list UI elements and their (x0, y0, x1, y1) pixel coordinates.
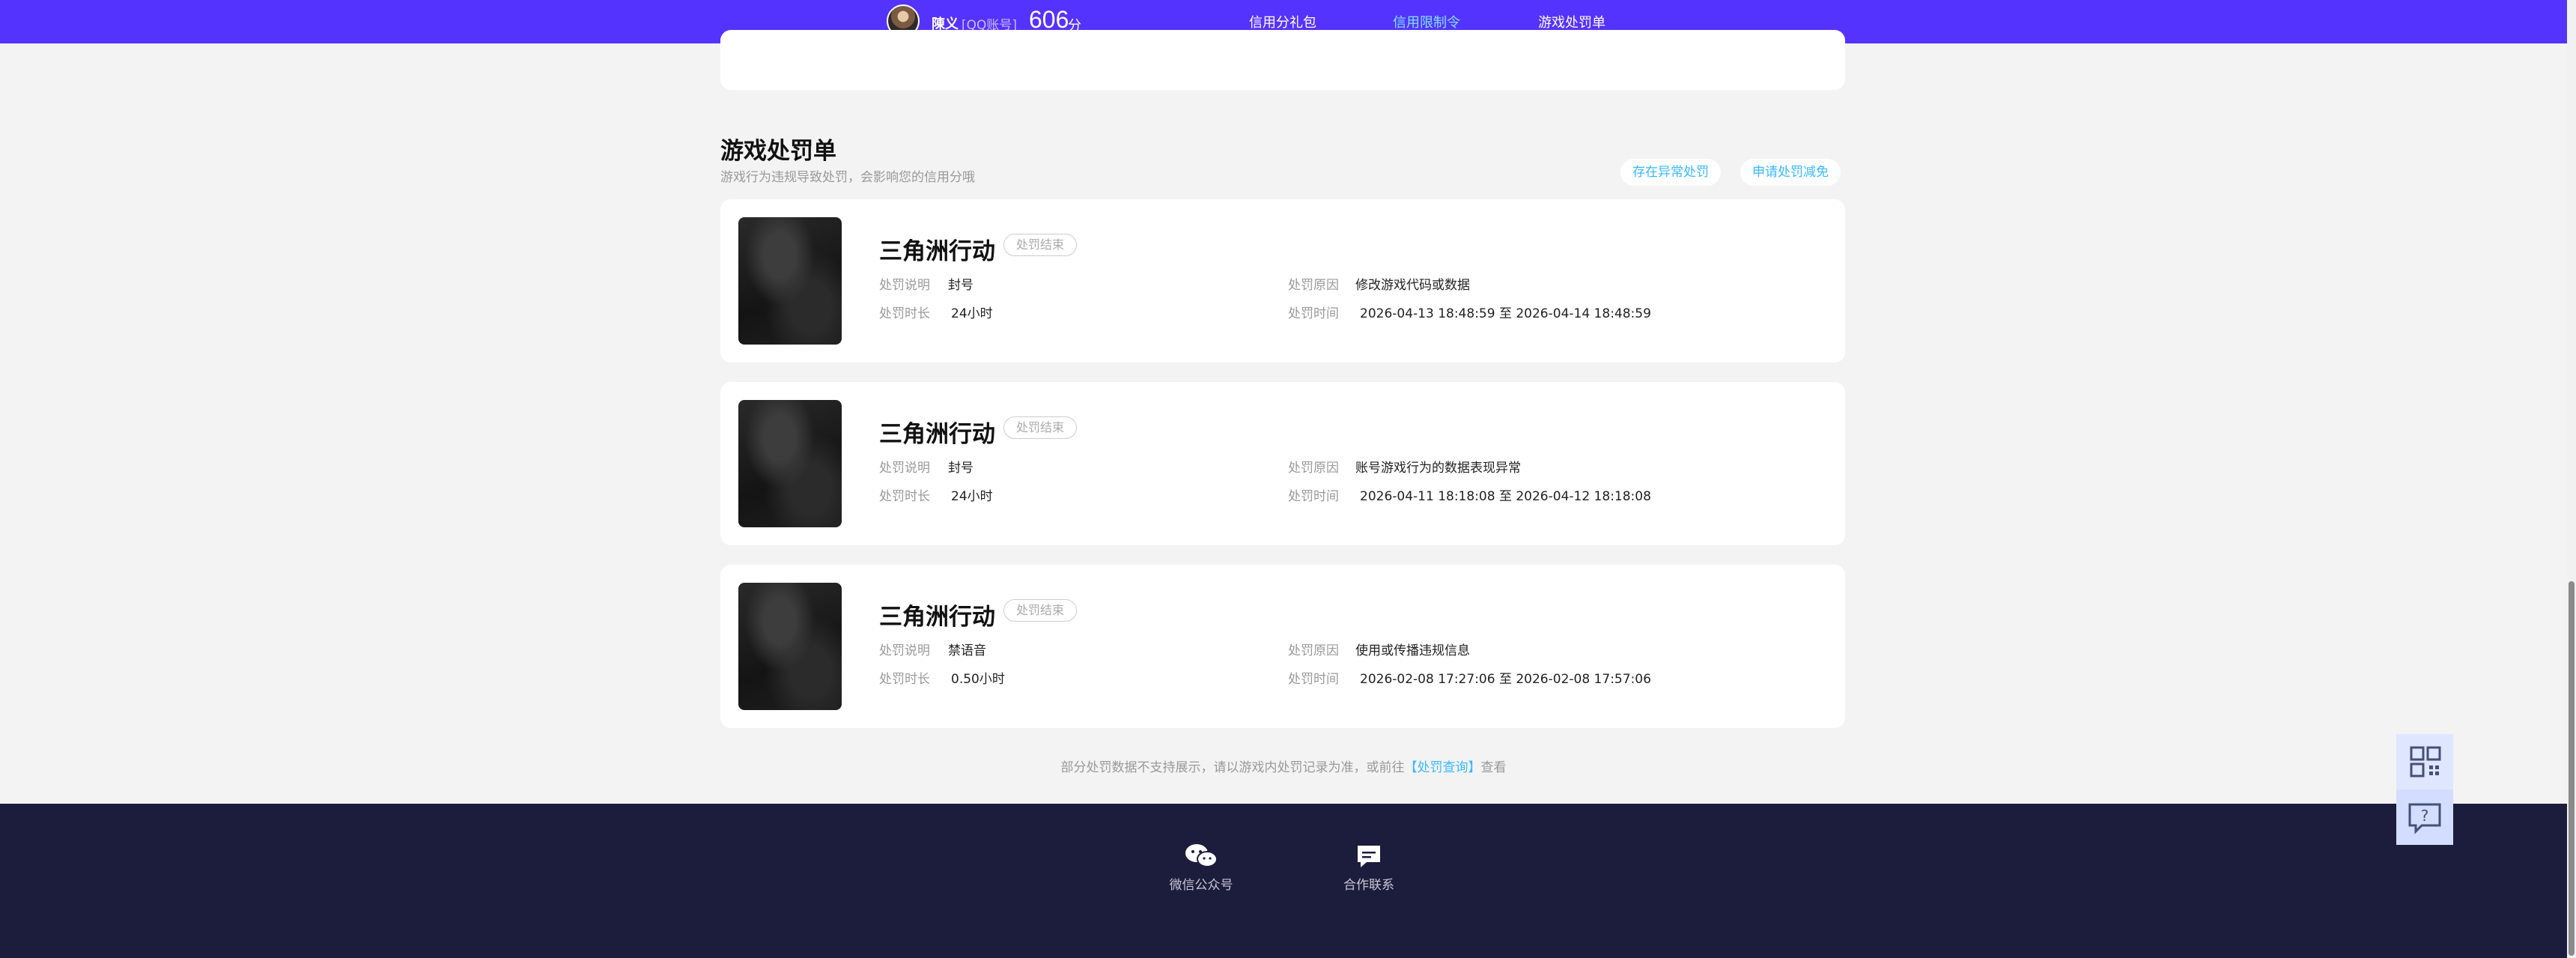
reason-label: 处罚原因 (1288, 278, 1339, 293)
game-thumbnail (738, 583, 842, 710)
duration-label: 处罚时长 (879, 306, 930, 321)
status-badge: 处罚结束 (1003, 599, 1078, 622)
chat-bubble-icon (1358, 846, 1380, 867)
duration-label: 处罚时长 (879, 672, 930, 687)
note-text: 部分处罚数据不支持展示，请以游戏内处罚记录为准，或前往 (1060, 760, 1405, 775)
reason-value: 使用或传播违规信息 (1355, 643, 1470, 658)
penalty-note: 部分处罚数据不支持展示，请以游戏内处罚记录为准，或前往【处罚查询】查看 (0, 757, 2567, 775)
time-value: 2026-04-11 18:18:08 至 2026-04-12 18:18:0… (1360, 489, 1651, 504)
section-subtitle: 游戏行为违规导致处罚，会影响您的信用分哦 (720, 170, 975, 185)
game-name: 三角洲行动 (879, 238, 995, 265)
desc-value: 封号 (948, 461, 973, 476)
footer-contact-label: 合作联系 (1343, 878, 1394, 893)
time-value: 2026-04-13 18:48:59 至 2026-04-14 18:48:5… (1360, 306, 1651, 321)
previous-section-card (720, 30, 1845, 90)
qrcode-float-button[interactable] (2396, 734, 2453, 789)
game-thumbnail (738, 217, 842, 345)
nav-credit-gift[interactable]: 信用分礼包 (1249, 12, 1316, 31)
status-badge: 处罚结束 (1003, 416, 1078, 439)
qrcode-icon (2410, 746, 2441, 777)
penalty-card: 三角洲行动 处罚结束 处罚说明 封号 处罚时长 24小时 处罚原因 账号游戏行为… (720, 382, 1845, 545)
nav-game-penalty[interactable]: 游戏处罚单 (1538, 12, 1606, 31)
svg-text:?: ? (2421, 807, 2429, 825)
penalty-card: 三角洲行动 处罚结束 处罚说明 禁语音 处罚时长 0.50小时 处罚原因 使用或… (720, 565, 1845, 728)
footer-contact[interactable]: 合作联系 (1337, 843, 1400, 893)
duration-value: 24小时 (951, 306, 993, 321)
section-title: 游戏处罚单 (720, 138, 836, 165)
nav-credit-restriction[interactable]: 信用限制令 (1393, 12, 1460, 31)
time-label: 处罚时间 (1288, 489, 1339, 504)
desc-label: 处罚说明 (879, 643, 930, 658)
duration-label: 处罚时长 (879, 489, 930, 504)
wechat-icon (1185, 844, 1218, 867)
reason-label: 处罚原因 (1288, 461, 1339, 476)
duration-value: 24小时 (951, 489, 993, 504)
time-value: 2026-02-08 17:27:06 至 2026-02-08 17:57:0… (1360, 672, 1651, 687)
desc-value: 封号 (948, 278, 973, 293)
penalty-query-link[interactable]: 【处罚查询】 (1405, 760, 1481, 775)
desc-value: 禁语音 (948, 643, 986, 658)
report-abnormal-penalty-button[interactable]: 存在异常处罚 (1620, 159, 1721, 186)
note-suffix: 查看 (1480, 760, 1507, 775)
desc-label: 处罚说明 (879, 461, 930, 476)
footer-wechat[interactable]: 微信公众号 (1165, 843, 1237, 893)
time-label: 处罚时间 (1288, 306, 1339, 321)
reason-label: 处罚原因 (1288, 643, 1339, 658)
duration-value: 0.50小时 (951, 672, 1005, 687)
desc-label: 处罚说明 (879, 278, 930, 293)
apply-penalty-reduction-button[interactable]: 申请处罚减免 (1740, 159, 1841, 186)
penalty-card: 三角洲行动 处罚结束 处罚说明 封号 处罚时长 24小时 处罚原因 修改游戏代码… (720, 199, 1845, 363)
game-name: 三角洲行动 (879, 421, 995, 448)
site-footer: 微信公众号 合作联系 (0, 804, 2567, 958)
help-float-button[interactable]: ? (2396, 789, 2453, 845)
reason-value: 账号游戏行为的数据表现异常 (1355, 461, 1521, 476)
scrollbar-thumb[interactable] (2569, 581, 2575, 956)
time-label: 处罚时间 (1288, 672, 1339, 687)
game-thumbnail (738, 400, 842, 527)
reason-value: 修改游戏代码或数据 (1355, 278, 1470, 293)
footer-wechat-label: 微信公众号 (1169, 878, 1233, 893)
game-name: 三角洲行动 (879, 604, 995, 631)
help-icon: ? (2408, 803, 2441, 834)
status-badge: 处罚结束 (1003, 234, 1078, 256)
